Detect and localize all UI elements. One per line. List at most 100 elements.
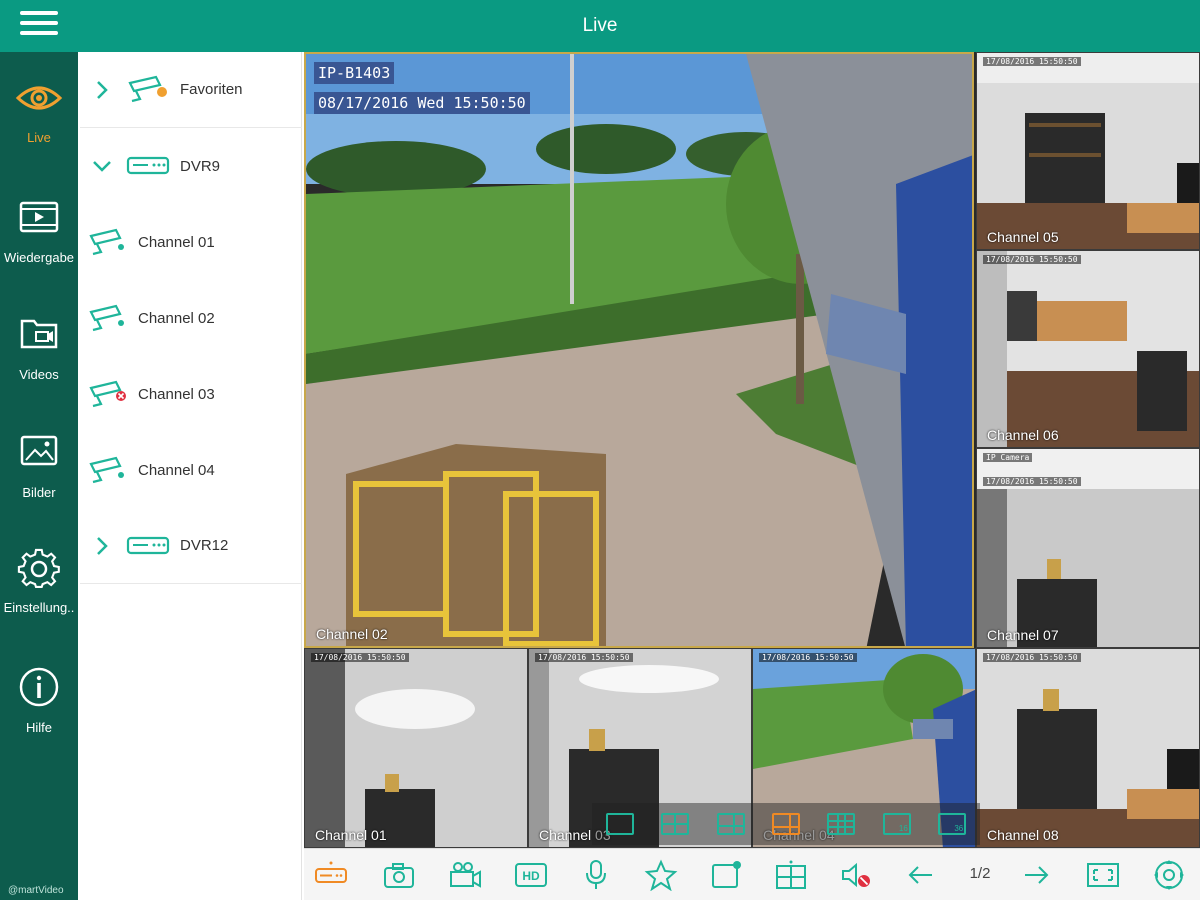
tree-item-favorites[interactable]: Favoriten <box>80 52 302 128</box>
image-icon <box>20 435 58 466</box>
layout-9-icon[interactable] <box>827 813 856 835</box>
tile-label: Channel 06 <box>987 427 1059 443</box>
camera-icon <box>89 456 124 484</box>
nav-label-wiedergabe: Wiedergabe <box>3 250 75 265</box>
nav-label-live: Live <box>27 130 51 145</box>
tree-label-channel-04: Channel 04 <box>138 461 215 479</box>
brand-label: @martVideo <box>8 885 64 896</box>
osd-camera-id: IP-B1403 <box>314 62 395 84</box>
osd-small: 17/08/2016 15:50:50 <box>983 255 1081 264</box>
hd-icon[interactable]: HD <box>514 859 548 891</box>
tree-item-dvr9[interactable]: DVR9 <box>80 128 302 204</box>
layout-36-label: 36 <box>954 824 964 833</box>
eye-icon <box>15 86 63 110</box>
tree-label-dvr9: DVR9 <box>180 157 221 175</box>
layout-6-icon[interactable] <box>716 813 745 835</box>
camera-feed-office <box>977 251 1199 447</box>
osd-small: 17/08/2016 15:50:50 <box>535 653 633 662</box>
tile-label: Channel 07 <box>987 627 1059 643</box>
hd-label: HD <box>522 869 540 883</box>
top-bar: Live <box>0 0 1200 52</box>
layout-36-icon[interactable]: 36 <box>938 813 967 835</box>
fullscreen-icon[interactable] <box>1086 859 1120 891</box>
osd-small: 17/08/2016 15:50:50 <box>311 653 409 662</box>
osd-small-date: 17/08/2016 15:50:50 <box>983 477 1081 486</box>
tile-label: Channel 02 <box>316 626 388 642</box>
dvr-icon <box>126 156 170 175</box>
tree-label-channel-03: Channel 03 <box>138 385 215 403</box>
tree-label-channel-02: Channel 02 <box>138 309 215 327</box>
microphone-icon[interactable] <box>579 859 613 891</box>
camera-icon <box>89 228 124 256</box>
dvr-icon <box>126 536 170 554</box>
tree-item-channel-03[interactable]: Channel 03 <box>80 356 302 432</box>
osd-small: 17/08/2016 15:50:50 <box>983 57 1081 66</box>
tile-label: Channel 01 <box>315 827 387 843</box>
nav-item-videos[interactable]: Videos <box>0 315 78 382</box>
chevron-right-icon[interactable] <box>92 80 112 100</box>
nav-item-wiedergabe[interactable]: Wiedergabe <box>0 200 78 265</box>
info-icon <box>19 667 59 707</box>
nav-item-live[interactable]: Live <box>0 82 78 145</box>
snapshot-icon[interactable] <box>382 859 416 891</box>
record-icon[interactable] <box>448 859 482 891</box>
video-tile-channel-08[interactable]: 17/08/2016 15:50:50 Channel 08 <box>976 648 1200 848</box>
favorite-star-icon[interactable] <box>644 859 678 891</box>
arrow-right-icon[interactable] <box>1019 859 1053 891</box>
camera-icon <box>89 304 124 332</box>
video-tile-channel-02[interactable]: IP-B1403 08/17/2016 Wed 15:50:50 Channel… <box>304 52 974 648</box>
layout-16-label: 16 <box>898 824 908 833</box>
layout-icon[interactable] <box>774 859 808 891</box>
layout-selector: 16 36 <box>592 803 980 845</box>
tree-item-channel-01[interactable]: Channel 01 <box>80 204 302 280</box>
layout-1-icon[interactable] <box>605 813 634 835</box>
page-indicator: 1/2 <box>969 865 991 882</box>
device-tree: Favoriten DVR9 Channel 01 Channel 02 Cha… <box>80 52 302 900</box>
add-window-icon[interactable] <box>709 859 743 891</box>
ptz-icon[interactable] <box>1152 859 1186 891</box>
osd-small: 17/08/2016 15:50:50 <box>759 653 857 662</box>
video-tile-channel-05[interactable]: 17/08/2016 15:50:50 Channel 05 <box>976 52 1200 250</box>
nav-label-videos: Videos <box>19 367 59 382</box>
camera-feed-office <box>305 649 527 847</box>
arrow-left-icon[interactable] <box>904 859 938 891</box>
tree-label-channel-01: Channel 01 <box>138 233 215 251</box>
osd-timestamp: 08/17/2016 Wed 15:50:50 <box>314 92 530 114</box>
nav-item-bilder[interactable]: Bilder <box>0 433 78 500</box>
tile-label: Channel 05 <box>987 229 1059 245</box>
tree-item-dvr12[interactable]: DVR12 <box>80 508 302 584</box>
video-folder-icon <box>20 319 58 349</box>
tree-item-channel-04[interactable]: Channel 04 <box>80 432 302 508</box>
nav-item-hilfe[interactable]: Hilfe <box>0 666 78 735</box>
camera-feed-outdoor <box>306 54 972 646</box>
video-tile-channel-01[interactable]: 17/08/2016 15:50:50 Channel 01 <box>304 648 528 848</box>
tree-label-dvr12: DVR12 <box>180 537 229 554</box>
chevron-down-icon[interactable] <box>92 156 112 176</box>
gear-icon <box>17 548 60 588</box>
osd-small-ipcam: IP Camera <box>983 453 1033 462</box>
camera-favorite-icon <box>128 75 167 102</box>
layout-8-icon[interactable] <box>771 813 800 835</box>
nav-label-bilder: Bilder <box>22 485 56 500</box>
layout-16-icon[interactable]: 16 <box>882 813 911 835</box>
tree-item-channel-02[interactable]: Channel 02 <box>80 280 302 356</box>
camera-offline-icon <box>89 380 126 408</box>
chevron-right-icon[interactable] <box>92 536 112 556</box>
video-grid: IP-B1403 08/17/2016 Wed 15:50:50 Channel… <box>304 52 1200 848</box>
dvr-icon[interactable] <box>314 859 348 891</box>
camera-feed-office <box>977 649 1199 847</box>
nav-label-hilfe: Hilfe <box>25 720 52 735</box>
camera-feed-office <box>977 53 1199 249</box>
bottom-toolbar: HD <box>304 848 1200 900</box>
film-icon <box>19 201 59 233</box>
mute-icon[interactable] <box>839 859 873 891</box>
nav-item-einstellungen[interactable]: Einstellung.. <box>0 548 78 615</box>
nav-label-einstellungen: Einstellung.. <box>3 600 75 615</box>
layout-4-icon[interactable] <box>661 813 690 835</box>
osd-small: 17/08/2016 15:50:50 <box>983 653 1081 662</box>
video-tile-channel-07[interactable]: IP Camera 17/08/2016 15:50:50 Channel 07 <box>976 448 1200 648</box>
page-title: Live <box>582 15 618 36</box>
left-navigation: Live Wiedergabe Videos Bilder Einstellun… <box>0 52 78 900</box>
tile-label: Channel 08 <box>987 827 1059 843</box>
video-tile-channel-06[interactable]: 17/08/2016 15:50:50 Channel 06 <box>976 250 1200 448</box>
